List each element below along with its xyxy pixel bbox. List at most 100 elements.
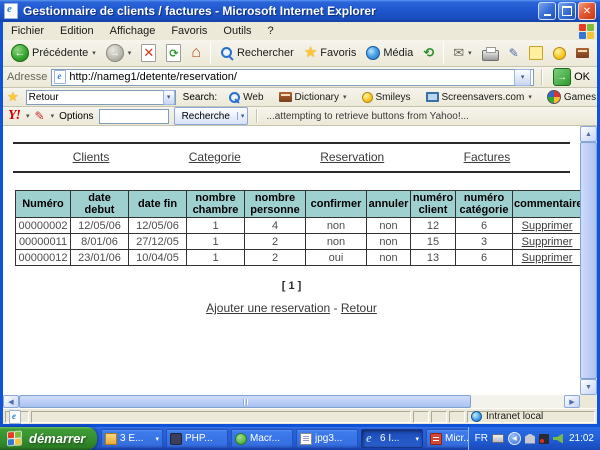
forward-dropdown-icon[interactable]: ▾ [128, 49, 132, 57]
forward-button[interactable]: → ▾ [102, 43, 136, 63]
menu-item[interactable]: Favoris [163, 23, 215, 39]
address-dropdown-button[interactable]: ▾ [514, 69, 531, 86]
add-reservation-link[interactable]: Ajouter une reservation [206, 301, 330, 315]
yahoo-logo[interactable]: Y! [8, 108, 20, 124]
start-button[interactable]: démarrer [0, 427, 97, 450]
screensavers-dropdown-icon[interactable]: ▾ [528, 93, 532, 101]
taskbar-button[interactable]: Micr... ▾ [426, 429, 468, 448]
taskbar-button[interactable]: jpg3... ▾ [296, 429, 358, 448]
print-icon [482, 50, 499, 61]
search-button[interactable]: Rechercher [216, 45, 298, 61]
divider [13, 171, 570, 173]
language-indicator[interactable]: FR [475, 433, 488, 444]
cell: 00000011 [16, 234, 71, 250]
title-bar: Gestionnaire de clients / factures - Mic… [0, 0, 600, 22]
messenger-button[interactable] [549, 46, 570, 61]
cell: 1 [187, 218, 245, 234]
games-button[interactable]: Games [543, 89, 600, 105]
menu-item[interactable]: Edition [52, 23, 102, 39]
taskbar-button[interactable]: 6 I... ▾ [361, 429, 423, 448]
cell: Supprimer [513, 234, 581, 250]
yahoo-search-dropdown-icon[interactable]: ▾ [237, 112, 248, 120]
yahoo-search-input[interactable] [100, 110, 168, 123]
web-search-icon [228, 91, 240, 103]
nav-link[interactable]: Clients [73, 150, 110, 164]
msn-messenger-button[interactable] [595, 46, 600, 61]
page-favicon [54, 70, 66, 84]
home-button[interactable]: ⌂ [187, 45, 205, 61]
scroll-left-button[interactable]: ◀ [3, 395, 19, 408]
print-button[interactable] [478, 45, 503, 62]
back-button[interactable]: ← Précédente ▾ [7, 43, 100, 63]
scroll-right-button[interactable]: ▶ [564, 395, 580, 408]
hide-tray-icons-button[interactable]: ◀ [508, 432, 521, 445]
maximize-button[interactable] [558, 2, 576, 20]
vertical-scrollbar[interactable]: ▲ ▼ [580, 126, 597, 395]
group-dropdown-icon[interactable]: ▾ [155, 435, 159, 443]
menu-item[interactable]: Outils [215, 23, 259, 39]
taskbar-button[interactable]: PHP... ▾ [166, 429, 228, 448]
column-header: annuler [367, 191, 411, 218]
yahoo-pencil-icon[interactable]: ✎ [35, 109, 45, 123]
edit-button[interactable]: ✎ [505, 45, 523, 61]
cell: 6 [456, 218, 513, 234]
nav-link[interactable]: Factures [464, 150, 511, 164]
search-combo-input[interactable] [27, 92, 163, 103]
yahoo-search-button[interactable]: Recherche ▾ [174, 107, 249, 125]
volume-tray-icon[interactable] [553, 434, 563, 444]
dictionary-dropdown-icon[interactable]: ▾ [343, 93, 347, 101]
search-label: Search: [183, 92, 217, 103]
close-button[interactable]: ✕ [578, 2, 596, 20]
web-search-button[interactable]: Web [224, 90, 267, 104]
yahoo-options-label[interactable]: Options [59, 111, 93, 122]
delete-link[interactable]: Supprimer [522, 252, 573, 264]
cell: non [306, 234, 367, 250]
status-pane [431, 411, 447, 423]
discuss-button[interactable] [525, 45, 547, 61]
back-link[interactable]: Retour [341, 301, 377, 315]
column-header: confirmer [306, 191, 367, 218]
nav-link[interactable]: Reservation [320, 150, 384, 164]
favorites-button[interactable]: ★ Favoris [300, 45, 361, 61]
taskbar-button[interactable]: 3 E... ▾ [101, 429, 163, 448]
history-button[interactable]: ⟲ [419, 44, 438, 62]
screensavers-button[interactable]: Screensavers.com ▾ [422, 91, 536, 104]
dictionary-button[interactable]: Dictionary ▾ [275, 91, 351, 104]
taskbar-button-icon [430, 433, 442, 445]
delete-link[interactable]: Supprimer [522, 236, 573, 248]
windows-logo-icon [579, 24, 594, 39]
taskbar-button[interactable]: Macr... ▾ [231, 429, 293, 448]
cell: non [367, 234, 411, 250]
yahoo-pencil-dropdown-icon[interactable]: ▾ [51, 112, 55, 120]
menu-item[interactable]: ? [260, 23, 282, 39]
yahoo-logo-dropdown-icon[interactable]: ▾ [26, 112, 30, 120]
stop-button[interactable]: ✕ [137, 43, 160, 63]
refresh-button[interactable]: ⟳ [162, 43, 185, 63]
horizontal-scrollbar[interactable]: ◀ ▶ [3, 395, 580, 408]
back-dropdown-icon[interactable]: ▾ [92, 49, 96, 57]
delete-link[interactable]: Supprimer [522, 220, 573, 232]
smileys-button[interactable]: Smileys [358, 91, 415, 104]
horizontal-scroll-thumb[interactable] [19, 395, 471, 408]
search-combo-dropdown[interactable]: ▾ [163, 90, 175, 105]
scroll-up-button[interactable]: ▲ [580, 126, 597, 142]
keyboard-icon[interactable] [492, 434, 504, 443]
minimize-button[interactable] [538, 2, 556, 20]
media-button[interactable]: Média [362, 45, 417, 61]
mail-dropdown-icon[interactable]: ▾ [468, 49, 472, 57]
nav-link[interactable]: Categorie [189, 150, 241, 164]
address-input[interactable] [69, 71, 511, 83]
cell: 12 [411, 218, 456, 234]
group-dropdown-icon[interactable]: ▾ [415, 435, 419, 443]
status-page-icon [9, 410, 21, 424]
research-button[interactable] [572, 47, 593, 59]
network-tray-icon[interactable] [525, 434, 535, 444]
scroll-down-button[interactable]: ▼ [580, 379, 597, 395]
menu-item[interactable]: Affichage [102, 23, 164, 39]
mail-button[interactable]: ✉ ▾ [449, 44, 475, 62]
vertical-scroll-thumb[interactable] [580, 142, 597, 379]
menu-item[interactable]: Fichier [3, 23, 52, 39]
column-header: nombre personne [245, 191, 306, 218]
alert-tray-icon[interactable] [539, 434, 549, 444]
go-button[interactable]: → OK [550, 68, 593, 86]
